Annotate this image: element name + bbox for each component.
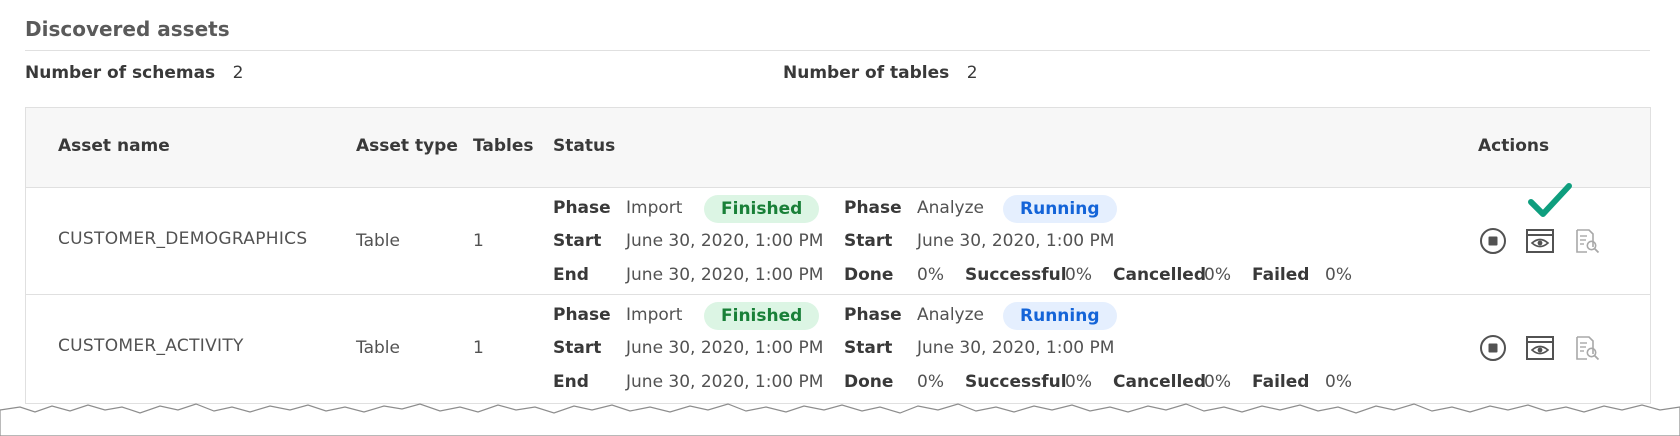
successful-value: 0% [1065, 265, 1092, 285]
import-end-value: June 30, 2020, 1:00 PM [626, 265, 824, 285]
import-end-label: End [553, 372, 589, 392]
import-status-tag: Finished [704, 302, 820, 330]
view-icon [1526, 336, 1554, 360]
assets-table: Asset name Asset type Tables Status Acti… [25, 107, 1651, 404]
done-label: Done [844, 372, 894, 392]
stop-button[interactable] [1477, 225, 1509, 257]
analyze-start-value: June 30, 2020, 1:00 PM [917, 231, 1115, 251]
asset-table-count: 1 [473, 231, 484, 251]
column-header-asset-type[interactable]: Asset type [356, 136, 458, 156]
import-status-tag: Finished [704, 195, 820, 223]
import-end-value: June 30, 2020, 1:00 PM [626, 372, 824, 392]
asset-table-count: 1 [473, 338, 484, 358]
schemas-summary: Number of schemas 2 [25, 63, 243, 83]
view-button[interactable] [1524, 332, 1556, 364]
column-header-tables[interactable]: Tables [473, 136, 534, 156]
analyze-phase-value: Analyze [917, 305, 984, 325]
table-row[interactable]: CUSTOMER_DEMOGRAPHICS Table 1 Phase Impo… [26, 188, 1650, 295]
import-phase-label: Phase [553, 305, 611, 325]
import-phase-value: Import [626, 305, 683, 325]
section-title: Discovered assets [25, 17, 230, 41]
analyze-start-label: Start [844, 338, 893, 358]
analyze-phase-label: Phase [844, 198, 902, 218]
stop-icon [1480, 228, 1506, 254]
table-header: Asset name Asset type Tables Status Acti… [26, 108, 1650, 188]
import-phase-value: Import [626, 198, 683, 218]
import-phase-label: Phase [553, 198, 611, 218]
analyze-phase-value: Analyze [917, 198, 984, 218]
failed-label: Failed [1252, 372, 1310, 392]
column-header-actions: Actions [1478, 136, 1550, 156]
successful-label: Successful [965, 265, 1067, 285]
asset-name: CUSTOMER_DEMOGRAPHICS [58, 229, 308, 249]
asset-type: Table [356, 231, 400, 251]
failed-value: 0% [1325, 265, 1352, 285]
document-search-icon [1576, 336, 1600, 361]
cancelled-value: 0% [1204, 265, 1231, 285]
failed-label: Failed [1252, 265, 1310, 285]
torn-edge-decoration [0, 403, 1680, 436]
done-label: Done [844, 265, 894, 285]
successful-value: 0% [1065, 372, 1092, 392]
tables-count-label: Number of tables [783, 63, 950, 83]
inspect-button[interactable] [1571, 332, 1603, 364]
import-start-value: June 30, 2020, 1:00 PM [626, 338, 824, 358]
done-value: 0% [917, 265, 944, 285]
asset-name: CUSTOMER_ACTIVITY [58, 336, 244, 356]
inspect-button[interactable] [1571, 225, 1603, 257]
cancelled-label: Cancelled [1113, 372, 1207, 392]
cancelled-value: 0% [1204, 372, 1231, 392]
asset-type: Table [356, 338, 400, 358]
failed-value: 0% [1325, 372, 1352, 392]
section-divider [25, 50, 1650, 51]
document-search-icon [1576, 229, 1600, 254]
view-icon [1526, 229, 1554, 253]
stop-button[interactable] [1477, 332, 1509, 364]
schemas-count-label: Number of schemas [25, 63, 216, 83]
schemas-count-value: 2 [232, 63, 244, 83]
tables-summary: Number of tables 2 [783, 63, 978, 83]
done-value: 0% [917, 372, 944, 392]
analyze-status-tag: Running [1003, 302, 1117, 330]
successful-label: Successful [965, 372, 1067, 392]
analyze-start-value: June 30, 2020, 1:00 PM [917, 338, 1115, 358]
view-button[interactable] [1524, 225, 1556, 257]
column-header-asset-name[interactable]: Asset name [58, 136, 170, 156]
column-header-status[interactable]: Status [553, 136, 615, 156]
table-row[interactable]: CUSTOMER_ACTIVITY Table 1 Phase Import F… [26, 295, 1650, 401]
analyze-phase-label: Phase [844, 305, 902, 325]
import-start-label: Start [553, 231, 602, 251]
import-start-label: Start [553, 338, 602, 358]
discovered-assets-panel: Discovered assets Number of schemas 2 Nu… [0, 0, 1680, 436]
import-start-value: June 30, 2020, 1:00 PM [626, 231, 824, 251]
checkmark-icon [1528, 183, 1572, 217]
analyze-start-label: Start [844, 231, 893, 251]
tables-count-value: 2 [966, 63, 978, 83]
import-end-label: End [553, 265, 589, 285]
stop-icon [1480, 335, 1506, 361]
cancelled-label: Cancelled [1113, 265, 1207, 285]
analyze-status-tag: Running [1003, 195, 1117, 223]
